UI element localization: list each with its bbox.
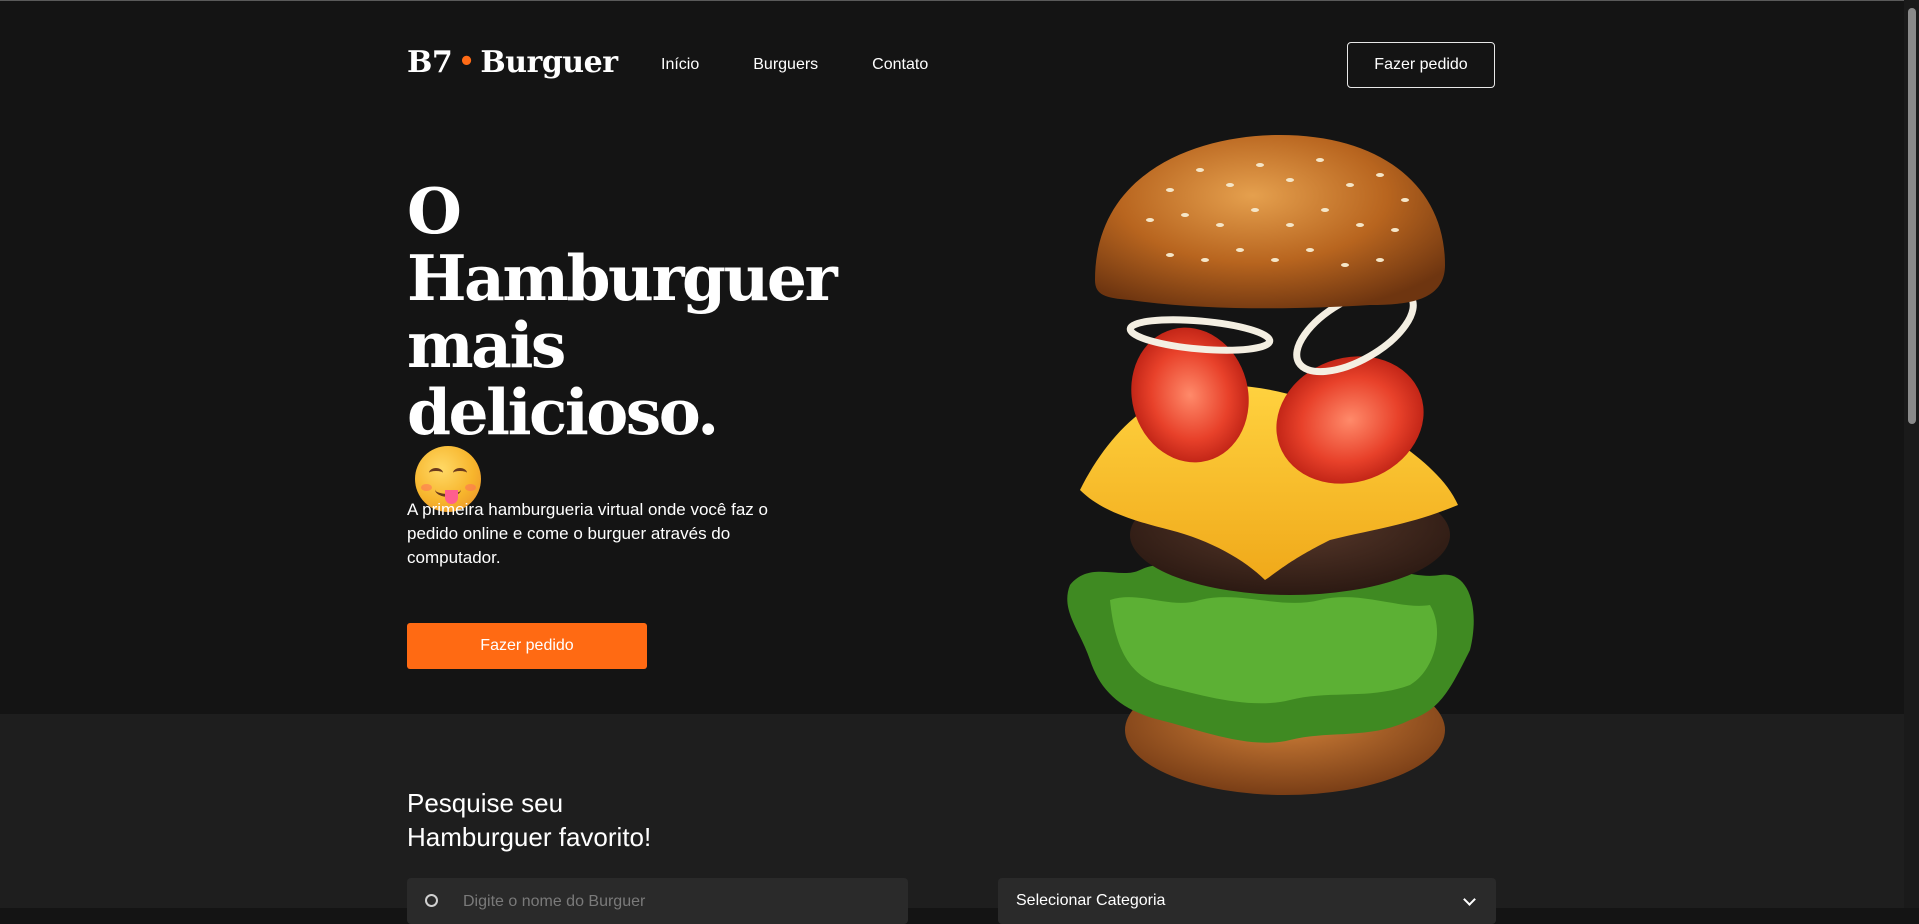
main-nav: Início Burguers Contato [661,56,928,74]
search-section [0,714,1904,908]
brand-logo[interactable]: B7 • Burguer [407,45,618,80]
chevron-down-icon [1463,893,1476,906]
hero-order-button[interactable]: Fazer pedido [407,623,647,669]
headline-line-1: O [407,174,462,248]
brand-name-left: B7 [407,45,453,80]
hero-headline: O Hamburguer mais delicioso. [407,174,838,512]
category-select-label: Selecionar Categoria [1016,892,1166,909]
hero-section [0,1,1904,714]
floating-burger-image [1067,135,1474,795]
search-field[interactable] [407,878,908,924]
nav-item-inicio[interactable]: Início [661,56,699,74]
nav-item-burguers[interactable]: Burguers [753,56,818,74]
brand-name-right: Burguer [480,45,618,80]
nav-item-contato[interactable]: Contato [872,56,928,74]
category-select[interactable]: Selecionar Categoria [998,878,1496,924]
hero-description: A primeira hamburgueria virtual onde voc… [407,500,768,567]
header-order-button[interactable]: Fazer pedido [1347,42,1495,88]
search-title-line-1: Pesquise seu [407,788,564,818]
search-icon [425,894,438,907]
search-title: Pesquise seu Hamburguer favorito! [407,786,807,854]
page-scrollbar[interactable] [1904,0,1919,908]
headline-line-3: mais [407,308,566,382]
brand-separator: • [458,47,475,77]
headline-last-word: delicioso. [407,375,719,449]
search-input[interactable] [461,890,885,914]
headline-line-4: delicioso. [407,379,827,512]
search-title-line-2: Hamburguer favorito! [407,822,652,852]
headline-line-2: Hamburguer [407,241,838,315]
scrollbar-thumb[interactable] [1908,8,1916,424]
